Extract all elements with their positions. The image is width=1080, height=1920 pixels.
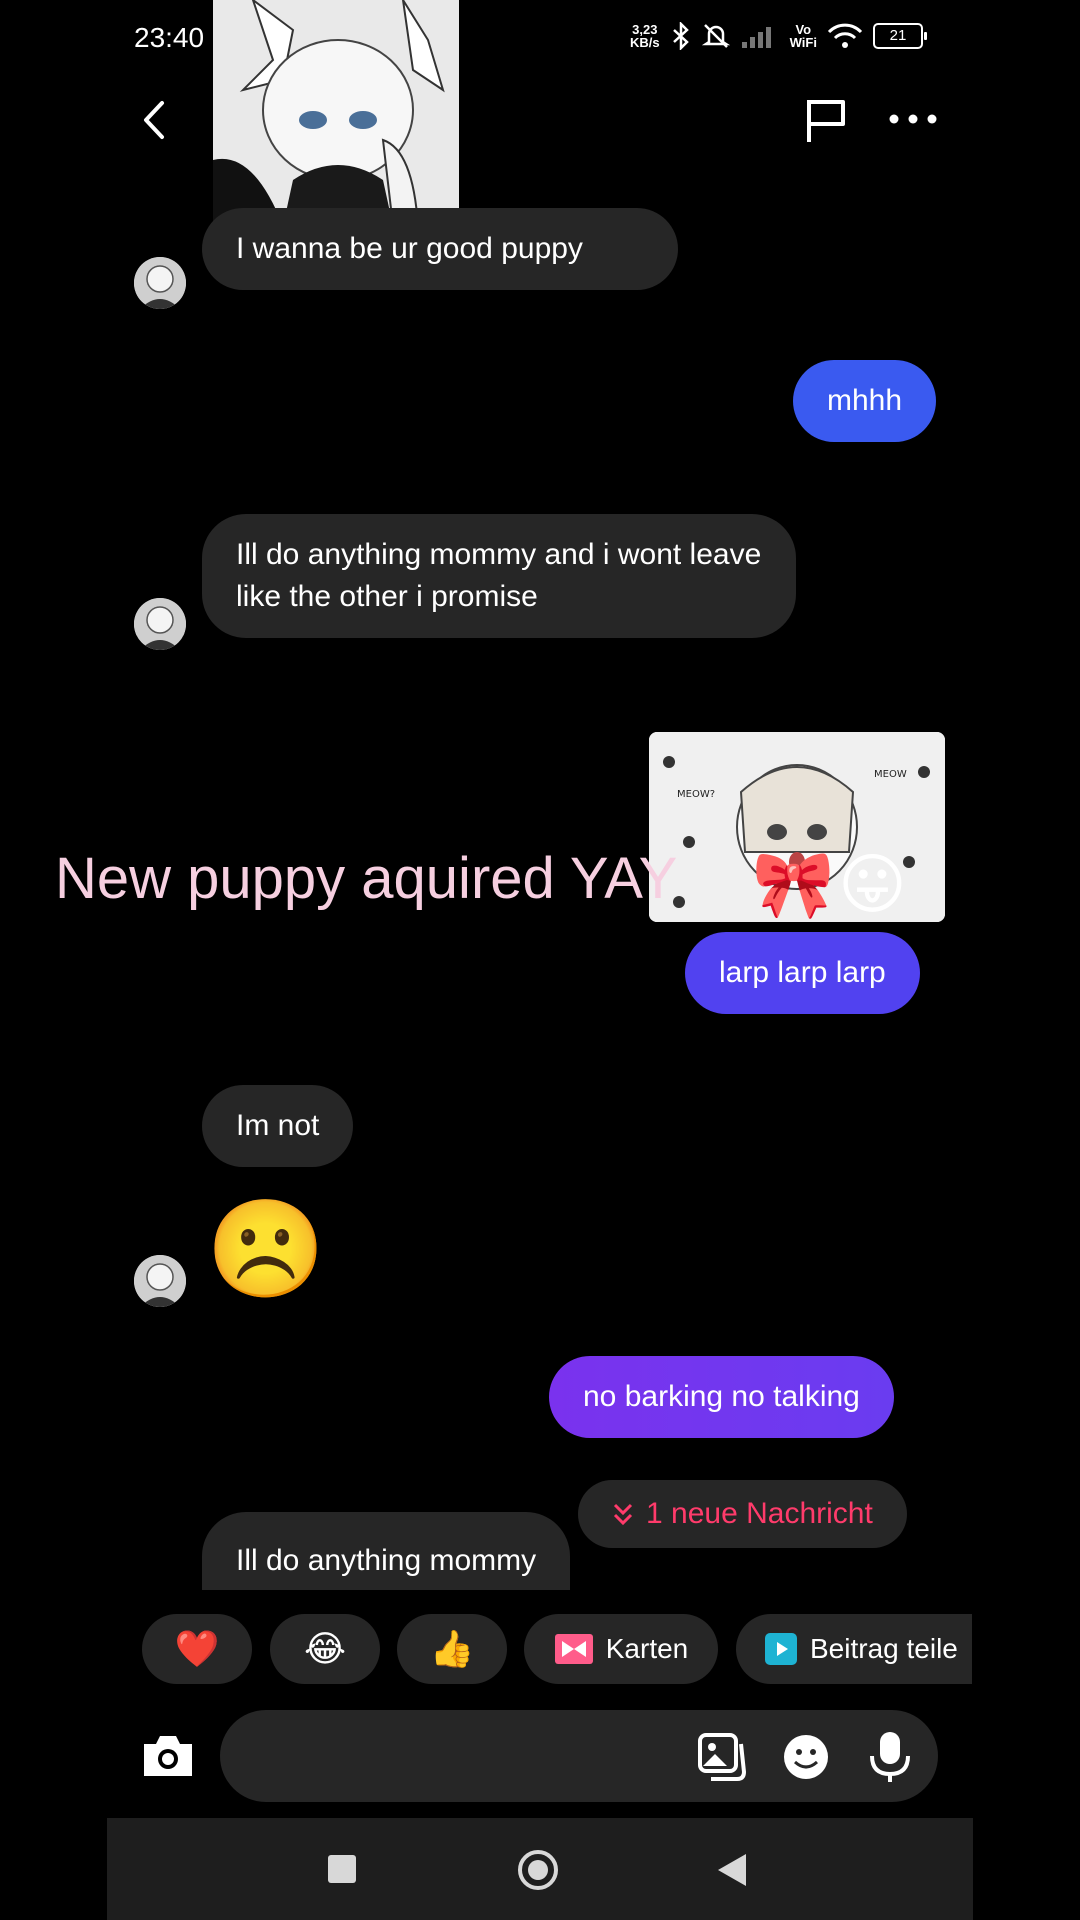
more-options-icon[interactable] <box>888 104 938 134</box>
cards-label: Karten <box>605 1633 689 1664</box>
bell-muted-icon <box>701 24 730 48</box>
message-incoming[interactable]: Im not <box>202 1085 354 1167</box>
status-time: 23:40 <box>134 22 205 53</box>
share-post-label: Beitrag teile <box>810 1633 958 1664</box>
wifi-icon <box>827 23 863 48</box>
camera-icon[interactable] <box>140 1730 196 1782</box>
message-outgoing[interactable]: no barking no talking <box>549 1356 894 1438</box>
recents-button[interactable] <box>328 1855 356 1883</box>
back-button[interactable] <box>134 95 174 145</box>
message-incoming[interactable]: Ill do anything mommy and i wont leave l… <box>202 514 796 638</box>
quick-reaction-thumbs-up[interactable]: 👍 <box>397 1614 507 1684</box>
double-chevron-down-icon <box>613 1503 633 1526</box>
message-incoming[interactable]: Ill do anything mommy <box>202 1512 571 1590</box>
bluetooth-icon <box>672 22 689 50</box>
home-button[interactable] <box>516 1848 560 1892</box>
status-icons: 3,23 KB/s Vo WiFi 21 <box>630 22 927 50</box>
signal-icon <box>741 27 771 48</box>
message-outgoing[interactable]: mhhh <box>793 360 937 442</box>
laugh-emoji: 😂 <box>303 1628 347 1669</box>
heart-emoji: ❤️ <box>174 1628 220 1669</box>
message-incoming-emoji[interactable]: ☹️ <box>206 1192 326 1308</box>
back-nav-button[interactable] <box>714 1850 750 1890</box>
message-outgoing[interactable]: larp larp larp <box>685 932 920 1014</box>
svg-text:MEOW?: MEOW? <box>677 789 715 800</box>
share-post-icon <box>765 1633 797 1665</box>
quick-reply-cards[interactable]: Karten <box>524 1614 718 1684</box>
svg-text:MEOW: MEOW <box>874 769 907 780</box>
net-speed: 3,23 KB/s <box>630 22 660 50</box>
thumbs-up-emoji: 👍 <box>429 1628 475 1669</box>
tongue-emoji: 😛 <box>838 847 907 921</box>
microphone-icon[interactable] <box>868 1730 912 1784</box>
vowifi-indicator: Vo WiFi <box>789 22 817 50</box>
quick-reaction-laugh[interactable]: 😂 <box>270 1614 380 1684</box>
overlay-caption: New puppy aquired YAY <box>55 846 678 911</box>
quick-reaction-heart[interactable]: ❤️ <box>142 1614 252 1684</box>
gift-card-icon <box>554 1634 593 1664</box>
message-incoming[interactable]: I wanna be ur good puppy <box>202 208 678 290</box>
avatar[interactable] <box>134 1255 186 1307</box>
sticker-icon[interactable] <box>781 1732 831 1782</box>
battery-indicator: 21 <box>872 23 927 49</box>
manga-sticker-image <box>213 0 459 226</box>
avatar[interactable] <box>134 257 186 309</box>
new-message-label: 1 neue Nachricht <box>646 1497 873 1530</box>
flag-icon[interactable] <box>803 96 849 144</box>
bow-emoji: 🎀 <box>752 847 835 921</box>
quick-reply-share-post[interactable]: Beitrag teile <box>736 1614 972 1684</box>
gallery-icon[interactable] <box>697 1732 747 1782</box>
avatar[interactable] <box>134 598 186 650</box>
new-message-banner[interactable]: 1 neue Nachricht <box>578 1480 907 1548</box>
